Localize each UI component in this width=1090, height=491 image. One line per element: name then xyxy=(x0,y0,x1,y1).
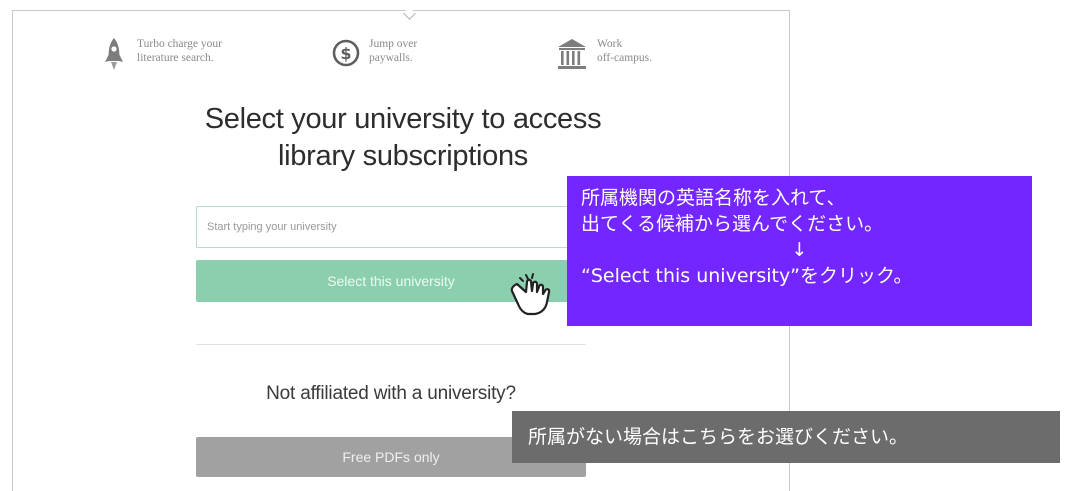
feature-line-2: off-campus. xyxy=(597,52,653,64)
page-title-line-2: library subscriptions xyxy=(278,140,528,172)
feature-line-2: literature search. xyxy=(137,52,214,64)
feature-text: Turbo charge your literature search. xyxy=(137,37,277,65)
callout-line-1: 所属機関の英語名称を入れて、 xyxy=(581,187,846,209)
feature-line-2: paywalls. xyxy=(369,52,413,64)
section-divider xyxy=(196,344,586,345)
feature-line-1: Work xyxy=(597,38,623,50)
instruction-callout: 所属機関の英語名称を入れて、 出てくる候補から選んでください。 ↓ “Selec… xyxy=(567,176,1032,326)
svg-text:$: $ xyxy=(340,44,351,63)
feature-turbo-charge: Turbo charge your literature search. xyxy=(99,35,277,75)
dropdown-caret xyxy=(403,7,416,20)
not-affiliated-heading: Not affiliated with a university? xyxy=(266,383,516,404)
feature-text: Jump over paywalls. xyxy=(369,37,509,65)
callout-arrow: ↓ xyxy=(791,239,808,261)
feature-jump-paywalls: $ Jump over paywalls. xyxy=(331,35,509,75)
feature-line-1: Turbo charge your xyxy=(137,38,222,50)
university-building-icon xyxy=(558,39,586,69)
feature-line-1: Jump over xyxy=(369,38,418,50)
no-affiliation-note: 所属がない場合はこちらをお選びください。 xyxy=(512,411,1060,463)
page-title: Select your university to access library… xyxy=(123,101,683,175)
callout-line-2: 出てくる候補から選んでください。 xyxy=(581,213,884,235)
feature-list: Turbo charge your literature search. $ J… xyxy=(13,35,789,85)
rocket-icon xyxy=(105,38,123,70)
page-title-line-1: Select your university to access xyxy=(204,103,602,135)
hand-pointer-icon xyxy=(510,273,551,316)
feature-text: Work off-campus. xyxy=(597,37,737,65)
dollar-coin-icon: $ xyxy=(332,39,360,67)
feature-work-off-campus: Work off-campus. xyxy=(555,35,737,75)
callout-line-3: “Select this university”をクリック。 xyxy=(581,265,913,287)
